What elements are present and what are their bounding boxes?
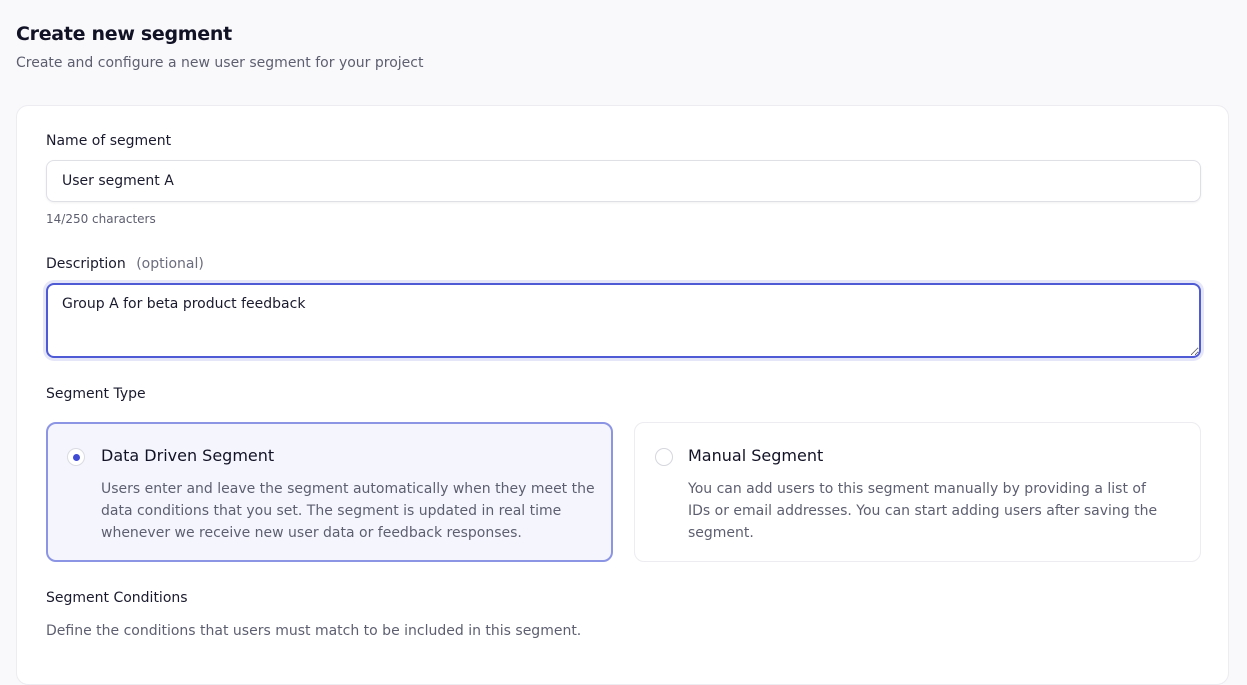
- option-data-driven-segment[interactable]: Data Driven Segment Users enter and leav…: [46, 422, 613, 562]
- optional-hint: (optional): [136, 256, 204, 272]
- page-header: Create new segment Create and configure …: [16, 22, 423, 72]
- radio-unselected-icon[interactable]: [655, 448, 673, 466]
- option-title: Manual Segment: [688, 446, 824, 465]
- character-count: 14/250 characters: [46, 212, 156, 226]
- segment-form-card: Name of segment 14/250 characters Descri…: [16, 105, 1229, 685]
- segment-conditions-description: Define the conditions that users must ma…: [46, 623, 582, 639]
- segment-conditions-label: Segment Conditions: [46, 590, 188, 606]
- segment-name-label: Name of segment: [46, 133, 172, 149]
- description-label: Description: [46, 256, 126, 272]
- option-title: Data Driven Segment: [101, 446, 275, 465]
- segment-type-label: Segment Type: [46, 386, 146, 402]
- page-subtitle: Create and configure a new user segment …: [16, 55, 424, 71]
- page-title: Create new segment: [16, 23, 232, 45]
- option-description: Users enter and leave the segment automa…: [101, 481, 595, 541]
- option-manual-segment[interactable]: Manual Segment You can add users to this…: [634, 422, 1201, 562]
- description-textarea[interactable]: Group A for beta product feedback: [46, 283, 1201, 358]
- description-label-row: Description (optional): [46, 255, 204, 273]
- radio-selected-icon[interactable]: [67, 448, 85, 466]
- option-description: You can add users to this segment manual…: [688, 481, 1158, 541]
- segment-name-input[interactable]: [46, 160, 1201, 202]
